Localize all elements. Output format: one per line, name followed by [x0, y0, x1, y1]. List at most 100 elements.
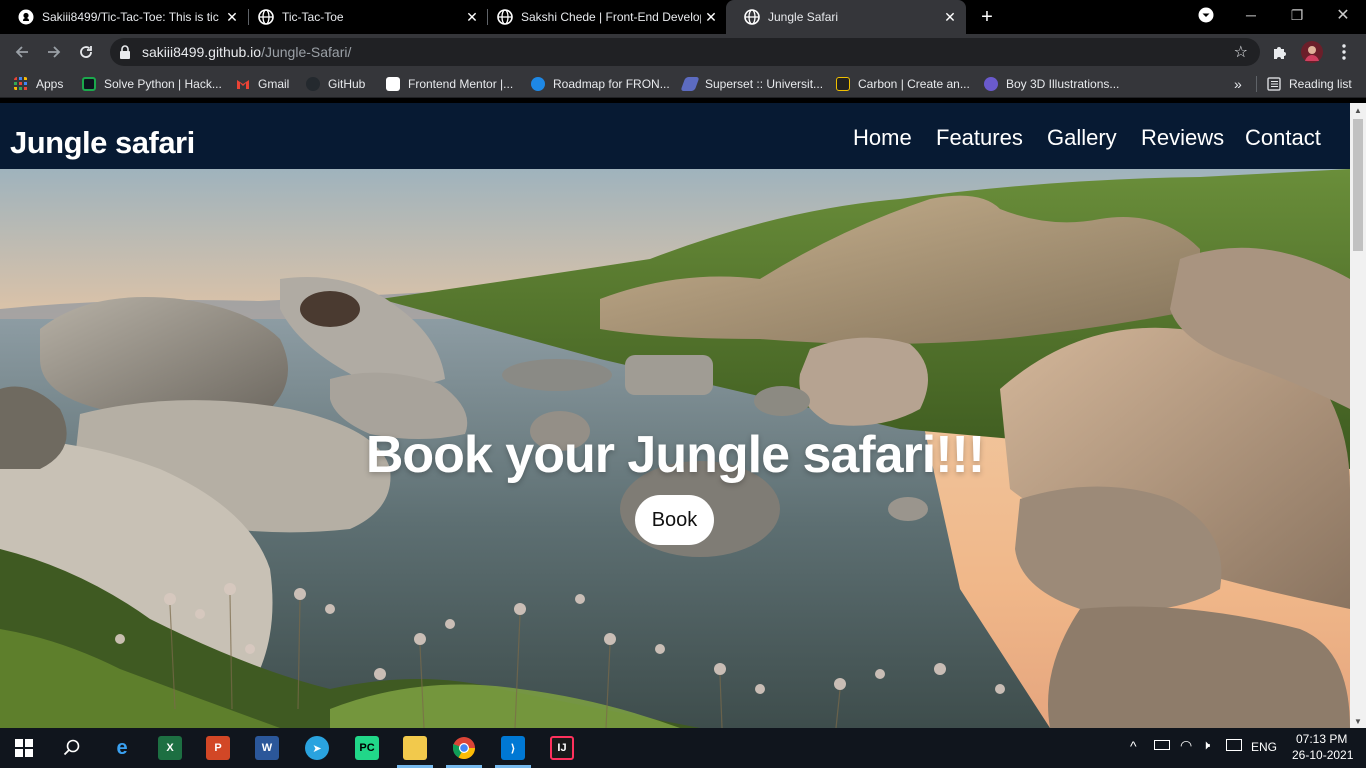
- bookmark-star-icon[interactable]: ☆: [1234, 42, 1248, 62]
- bookmark-label: Apps: [36, 77, 64, 91]
- bookmark-label: Boy 3D Illustrations...: [1006, 77, 1120, 91]
- volume-muted-icon[interactable]: 🕨: [1202, 737, 1210, 753]
- search-button[interactable]: [60, 736, 84, 760]
- apps-grid-icon: [14, 77, 27, 90]
- nav-reviews[interactable]: Reviews: [1141, 125, 1224, 151]
- back-button[interactable]: [10, 40, 34, 64]
- chrome-icon[interactable]: [452, 736, 476, 760]
- frontend-mentor-icon: [386, 77, 400, 91]
- bookmark-label: Roadmap for FRON...: [553, 77, 670, 91]
- forward-button[interactable]: [42, 40, 66, 64]
- close-tab-icon[interactable]: ✕: [940, 7, 960, 27]
- excel-icon[interactable]: X: [158, 736, 182, 760]
- close-tab-icon[interactable]: ✕: [222, 7, 242, 27]
- chevron-down-icon: [1198, 7, 1214, 23]
- address-bar[interactable]: sakiii8499.github.io/Jungle-Safari/ ☆: [110, 38, 1260, 66]
- show-hidden-icons-chevron-icon[interactable]: ^: [1130, 738, 1137, 754]
- nav-contact[interactable]: Contact: [1245, 125, 1321, 151]
- puzzle-icon: [1274, 47, 1286, 59]
- browser-toolbar: sakiii8499.github.io/Jungle-Safari/ ☆: [0, 34, 1366, 70]
- profile-avatar[interactable]: [1300, 40, 1324, 64]
- tab-title: Tic-Tac-Toe: [282, 10, 344, 24]
- start-button[interactable]: [12, 736, 36, 760]
- language-indicator[interactable]: ENG: [1251, 740, 1277, 754]
- close-window-button[interactable]: ✕: [1320, 0, 1366, 30]
- powerpoint-icon[interactable]: P: [206, 736, 230, 760]
- arrow-left-icon: [15, 46, 28, 58]
- book-button[interactable]: Book: [635, 495, 714, 545]
- bookmark-frontend-mentor[interactable]: Frontend Mentor |...: [386, 75, 513, 93]
- close-tab-icon[interactable]: ✕: [701, 7, 721, 27]
- nav-home[interactable]: Home: [853, 125, 912, 151]
- tab-portfolio[interactable]: Sakshi Chede | Front-End Develop ✕: [479, 0, 727, 34]
- more-vertical-icon: [1342, 44, 1346, 60]
- reload-button[interactable]: [74, 40, 98, 64]
- extensions-button[interactable]: [1268, 40, 1292, 64]
- tab-tic-tac-toe[interactable]: Tic-Tac-Toe ✕: [240, 0, 488, 34]
- bookmark-apps[interactable]: Apps: [14, 75, 63, 93]
- bookmark-label: Frontend Mentor |...: [408, 77, 514, 91]
- chrome-logo-icon: [453, 737, 475, 759]
- reading-list-label: Reading list: [1289, 77, 1352, 91]
- reload-icon: [80, 46, 92, 58]
- nav-gallery[interactable]: Gallery: [1047, 125, 1117, 151]
- reading-list-button[interactable]: Reading list: [1267, 75, 1352, 93]
- browser-tab-strip: Sakiii8499/Tic-Tac-Toe: This is tic ✕ Ti…: [0, 0, 1366, 34]
- tab-title: Jungle Safari: [768, 10, 839, 24]
- bookmark-superset[interactable]: Superset :: Universit...: [680, 75, 824, 93]
- restore-button[interactable]: ❐: [1274, 0, 1320, 30]
- page-scrollbar[interactable]: ▲ ▼: [1350, 103, 1366, 728]
- nav-features[interactable]: Features: [936, 125, 1023, 151]
- menu-button[interactable]: [1332, 40, 1356, 64]
- bookmark-label: GitHub: [328, 77, 366, 91]
- github-icon: [306, 77, 320, 91]
- word-icon[interactable]: W: [255, 736, 279, 760]
- github-icon: [18, 9, 34, 25]
- hackerrank-icon: [82, 77, 96, 91]
- bookmark-roadmap[interactable]: Roadmap for FRON...: [531, 75, 670, 93]
- scroll-down-arrow-icon[interactable]: ▼: [1350, 714, 1366, 728]
- carbon-icon: [836, 77, 850, 91]
- new-tab-button[interactable]: +: [976, 6, 998, 28]
- tab-search-button[interactable]: [1186, 0, 1226, 30]
- bookmark-carbon[interactable]: Carbon | Create an...: [836, 75, 970, 93]
- search-icon: [63, 739, 80, 756]
- windows-taskbar: e X P W ➤ PC ⟩ IJ ^ ◠ 🕨 ENG 07:13 PM 26-…: [0, 728, 1366, 768]
- site-logo[interactable]: Jungle safari: [10, 125, 195, 161]
- wifi-icon[interactable]: ◠: [1180, 737, 1192, 754]
- bookmarks-overflow-button[interactable]: »: [1234, 75, 1242, 93]
- minimize-button[interactable]: ─: [1228, 0, 1274, 30]
- bookmark-hackerrank[interactable]: Solve Python | Hack...: [82, 75, 222, 93]
- bookmark-boy-3d[interactable]: Boy 3D Illustrations...: [984, 75, 1119, 93]
- telegram-icon[interactable]: ➤: [305, 736, 329, 760]
- tab-github[interactable]: Sakiii8499/Tic-Tac-Toe: This is tic ✕: [0, 0, 248, 34]
- file-explorer-icon[interactable]: [403, 736, 427, 760]
- gmail-icon: [237, 80, 249, 89]
- edge-icon[interactable]: e: [110, 736, 134, 760]
- illustrations-icon: [984, 77, 998, 91]
- url-host: sakiii8499.github.io: [142, 44, 262, 60]
- bookmarks-bar: Apps Solve Python | Hack... Gmail GitHub…: [0, 70, 1366, 98]
- clock-date[interactable]: 26-10-2021: [1292, 748, 1353, 762]
- clock-time[interactable]: 07:13 PM: [1296, 732, 1347, 746]
- bookmark-github[interactable]: GitHub: [306, 75, 365, 93]
- bookmark-label: Carbon | Create an...: [858, 77, 970, 91]
- intellij-icon[interactable]: IJ: [550, 736, 574, 760]
- pycharm-icon[interactable]: PC: [355, 736, 379, 760]
- bookmark-label: Gmail: [258, 77, 290, 91]
- bookmark-gmail[interactable]: Gmail: [236, 75, 289, 93]
- vscode-icon[interactable]: ⟩: [501, 736, 525, 760]
- bookmarks-divider: [1256, 76, 1257, 92]
- globe-icon: [744, 9, 760, 25]
- lock-icon: [120, 45, 130, 59]
- battery-icon[interactable]: [1154, 740, 1170, 750]
- scrollbar-thumb[interactable]: [1353, 119, 1363, 251]
- hero-headline: Book your Jungle safari!!!: [365, 426, 985, 484]
- notifications-icon[interactable]: [1226, 739, 1242, 751]
- bookmark-label: Superset :: Universit...: [705, 77, 824, 91]
- url-path: /Jungle-Safari/: [261, 44, 352, 60]
- web-page: Jungle safari Home Features Gallery Revi…: [0, 103, 1350, 728]
- tab-jungle-safari[interactable]: Jungle Safari ✕: [726, 0, 966, 34]
- superset-icon: [680, 77, 700, 91]
- scroll-up-arrow-icon[interactable]: ▲: [1350, 103, 1366, 117]
